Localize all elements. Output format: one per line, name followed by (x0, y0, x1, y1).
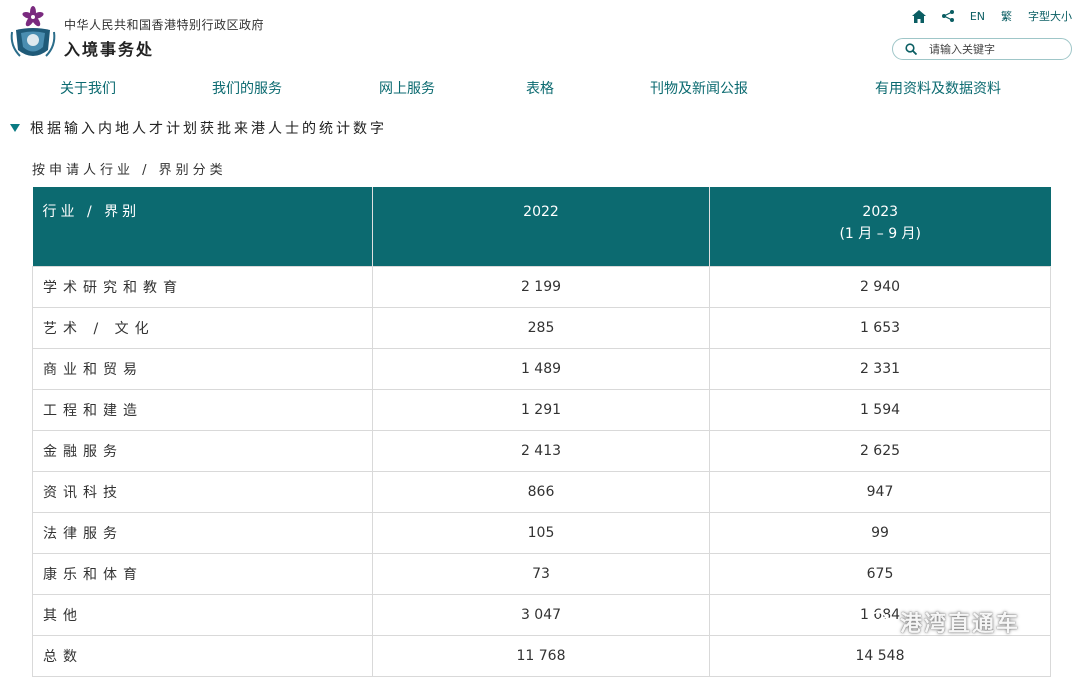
table-row: 资讯科技 866 947 (32, 471, 1051, 513)
site-header: 中华人民共和国香港特别行政区政府 入境事务处 EN 繁 字型大小 (0, 0, 1080, 70)
header-2023: 2023 (1 月 – 9 月) (709, 187, 1051, 267)
row-2022: 866 (372, 471, 710, 513)
row-2022: 1 489 (372, 348, 710, 390)
table-header-row: 行业 / 界别 2022 2023 (1 月 – 9 月) (32, 187, 1051, 267)
row-2023: 2 331 (709, 348, 1051, 390)
lang-en-link[interactable]: EN (970, 10, 985, 23)
table-row: 学术研究和教育 2 199 2 940 (32, 266, 1051, 308)
table-row: 康乐和体育 73 675 (32, 553, 1051, 595)
row-category: 商业和贸易 (32, 348, 373, 390)
row-category: 其他 (32, 594, 373, 636)
table-row: 艺术 / 文化 285 1 653 (32, 307, 1051, 349)
row-category: 金融服务 (32, 430, 373, 472)
stats-table: 行业 / 界别 2022 2023 (1 月 – 9 月) 学术研究和教育 2 1… (32, 187, 1051, 677)
header-2023-period: (1 月 – 9 月) (839, 226, 922, 242)
home-icon[interactable] (911, 9, 926, 23)
row-category: 艺术 / 文化 (32, 307, 373, 349)
row-2023: 99 (709, 512, 1051, 554)
table-row-total: 总数 11 768 14 548 (32, 635, 1051, 677)
row-category: 康乐和体育 (32, 553, 373, 595)
row-category: 总数 (32, 635, 373, 677)
share-icon[interactable] (941, 10, 954, 22)
row-category: 资讯科技 (32, 471, 373, 513)
row-2022: 2 199 (372, 266, 710, 308)
row-2023: 14 548 (709, 635, 1051, 677)
header-2022: 2022 (372, 187, 710, 267)
watermark: 港湾直通车 (868, 606, 1020, 638)
search-box[interactable] (892, 38, 1072, 60)
row-2023: 2 940 (709, 266, 1051, 308)
row-2023: 947 (709, 471, 1051, 513)
watermark-text: 港湾直通车 (900, 612, 1021, 637)
main-nav: 关于我们 我们的服务 网上服务 表格 刊物及新闻公报 有用资料及数据资料 (0, 78, 1080, 100)
collapse-triangle-icon[interactable] (10, 124, 20, 132)
header-tools: EN 繁 字型大小 (911, 8, 1072, 24)
nav-useful-info[interactable]: 有用资料及数据资料 (875, 78, 1001, 98)
table-row: 商业和贸易 1 489 2 331 (32, 348, 1051, 390)
wechat-icon (868, 611, 894, 632)
nav-forms[interactable]: 表格 (526, 78, 554, 98)
row-2023: 675 (709, 553, 1051, 595)
row-2022: 11 768 (372, 635, 710, 677)
header-category: 行业 / 界别 (32, 187, 373, 267)
header-2023-year: 2023 (862, 204, 899, 220)
row-2022: 73 (372, 553, 710, 595)
row-2022: 2 413 (372, 430, 710, 472)
row-2022: 3 047 (372, 594, 710, 636)
table-row: 工程和建造 1 291 1 594 (32, 389, 1051, 431)
row-category: 工程和建造 (32, 389, 373, 431)
lang-trad-link[interactable]: 繁 (1001, 8, 1012, 24)
row-2022: 1 291 (372, 389, 710, 431)
row-category: 法律服务 (32, 512, 373, 554)
row-2023: 1 594 (709, 389, 1051, 431)
search-input[interactable] (927, 41, 1061, 57)
section-title[interactable]: 根据输入内地人才计划获批来港人士的统计数字 (10, 118, 387, 138)
row-2023: 2 625 (709, 430, 1051, 472)
table-row: 法律服务 105 99 (32, 512, 1051, 554)
table-subtitle: 按申请人行业 / 界别分类 (32, 163, 227, 178)
font-size-link[interactable]: 字型大小 (1028, 8, 1072, 24)
nav-services[interactable]: 我们的服务 (212, 78, 282, 98)
dept-name[interactable]: 入境事务处 (64, 36, 154, 60)
nav-online-services[interactable]: 网上服务 (379, 78, 435, 98)
row-2023: 1 653 (709, 307, 1051, 349)
row-category: 学术研究和教育 (32, 266, 373, 308)
search-icon[interactable] (905, 43, 917, 55)
nav-publications[interactable]: 刊物及新闻公报 (650, 78, 748, 98)
immigration-emblem-icon[interactable] (8, 6, 58, 64)
row-2022: 285 (372, 307, 710, 349)
nav-about[interactable]: 关于我们 (60, 78, 116, 98)
row-2022: 105 (372, 512, 710, 554)
table-row: 金融服务 2 413 2 625 (32, 430, 1051, 472)
section-title-text: 根据输入内地人才计划获批来港人士的统计数字 (30, 121, 387, 137)
gov-name: 中华人民共和国香港特别行政区政府 (64, 18, 265, 32)
